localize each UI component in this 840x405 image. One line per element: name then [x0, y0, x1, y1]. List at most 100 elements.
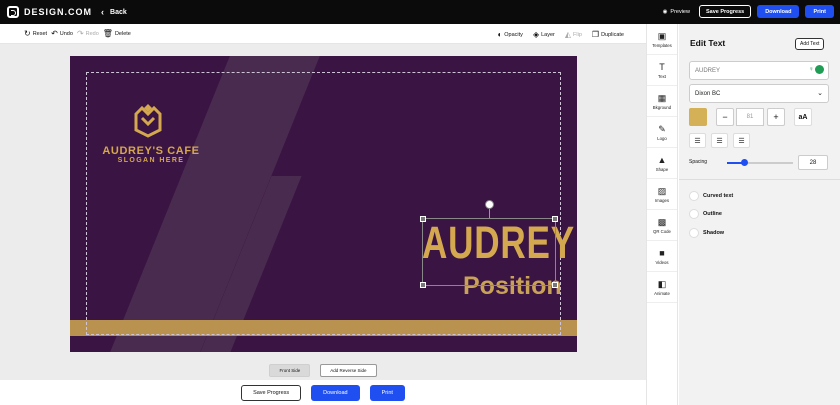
slogan-text[interactable]: SLOGAN HERE — [96, 157, 206, 164]
logo-icon: ✎ — [658, 123, 666, 134]
rail-item-text[interactable]: T Text — [647, 55, 677, 86]
rail-item-logo[interactable]: ✎ Logo — [647, 117, 677, 148]
rail-item-images[interactable]: ▨ Images — [647, 179, 677, 210]
rotate-handle-icon[interactable] — [485, 200, 494, 209]
curved-text-label: Curved text — [703, 193, 734, 199]
print-bottom-button[interactable]: Print — [369, 384, 405, 401]
edit-text-panel: Edit Text Add Text AUDREY ♀ Dixon BC ⌄ −… — [679, 24, 840, 405]
font-size-decrease-button[interactable]: − — [716, 108, 734, 126]
bottom-action-bar: Save Progress Download Print — [0, 380, 646, 405]
add-text-button[interactable]: Add Text — [795, 38, 825, 50]
selection-box[interactable] — [420, 200, 558, 288]
top-bar: DESIGN.COM ‹ Back ◉ Preview Save Progres… — [0, 0, 840, 24]
rail-item-bkground[interactable]: ▦ Bkground — [647, 86, 677, 117]
print-button[interactable]: Print — [805, 5, 834, 18]
animate-icon: ◧ — [657, 278, 667, 289]
text-value: AUDREY — [695, 67, 721, 74]
flip-label: Flip — [573, 31, 582, 38]
rail-item-templates[interactable]: ▣ Templates — [647, 24, 677, 55]
save-progress-button[interactable]: Save Progress — [698, 5, 752, 18]
background-icon: ▦ — [657, 92, 667, 103]
resize-handle[interactable] — [552, 282, 558, 288]
rail-item-label: Shape — [655, 166, 669, 172]
outline-label: Outline — [703, 211, 722, 217]
brand-logo[interactable]: DESIGN.COM — [7, 6, 92, 18]
duplicate-button[interactable]: ❐ Duplicate — [592, 30, 624, 39]
back-button[interactable]: ‹ Back — [101, 7, 127, 17]
shadow-toggle[interactable]: Shadow — [689, 228, 724, 238]
rail-item-label: Images — [654, 197, 670, 203]
rail-item-label: QR Code — [653, 228, 671, 234]
font-size-increase-button[interactable]: + — [767, 108, 785, 126]
resize-handle[interactable] — [552, 216, 558, 222]
rail-item-animate[interactable]: ◧ Animate — [647, 272, 677, 303]
ai-suggest-icon[interactable]: ♀ — [809, 66, 814, 73]
rail-item-label: Text — [658, 73, 666, 79]
flip-button[interactable]: ◭ Flip — [565, 30, 582, 39]
font-value: Dixon BC — [695, 90, 721, 97]
spacing-label: Spacing — [689, 159, 708, 165]
align-left-button[interactable]: ☰ — [689, 133, 706, 148]
shadow-checkbox[interactable] — [689, 228, 699, 238]
rail-item-videos[interactable]: ■ Videos — [647, 241, 677, 272]
rail-item-label: Bkground — [652, 104, 672, 110]
rail-item-label: Templates — [652, 42, 672, 48]
opacity-icon: ◐ — [497, 30, 503, 39]
resize-handle[interactable] — [420, 216, 426, 222]
curved-text-toggle[interactable]: Curved text — [689, 191, 733, 201]
templates-icon: ▣ — [657, 30, 667, 41]
spacing-slider[interactable] — [727, 159, 793, 166]
shape-icon: ▲ — [657, 154, 667, 165]
business-card[interactable]: AUDREY'S CAFE SLOGAN HERE AUDREY Positio… — [70, 56, 577, 352]
editor-toolbar: ↻ Reset ↶ Undo ↷ Redo 🗑 Delete ◐ Opacity ◈ Lay… — [0, 24, 646, 44]
save-progress-bottom-button[interactable]: Save Progress — [241, 384, 302, 401]
outline-checkbox[interactable] — [689, 209, 699, 219]
trash-icon: 🗑 — [102, 29, 113, 38]
download-button[interactable]: Download — [757, 5, 800, 18]
align-center-icon: ☰ — [716, 137, 723, 145]
tool-rail: ▣ Templates T Text ▦ Bkground ✎ Logo ▲ Shape ▨ Imag… — [646, 24, 678, 405]
panel-title: Edit Text — [690, 38, 726, 48]
panel-divider — [679, 179, 840, 180]
curved-text-checkbox[interactable] — [689, 191, 699, 201]
align-left-icon: ☰ — [694, 137, 701, 145]
align-right-button[interactable]: ☰ — [733, 133, 750, 148]
undo-button[interactable]: ↶ Undo — [51, 29, 73, 38]
text-icon: T — [659, 61, 665, 72]
undo-label: Undo — [59, 30, 73, 37]
rail-item-shape[interactable]: ▲ Shape — [647, 148, 677, 179]
brand-name-text[interactable]: AUDREY'S CAFE — [96, 145, 206, 157]
align-center-button[interactable]: ☰ — [711, 133, 728, 148]
spacing-value-input[interactable]: 28 — [798, 155, 828, 170]
rail-item-label: Logo — [657, 135, 667, 141]
shadow-label: Shadow — [703, 230, 725, 236]
text-case-button[interactable]: aA — [794, 108, 812, 126]
delete-button[interactable]: 🗑 Delete — [103, 29, 131, 38]
font-size-value[interactable]: 81 — [736, 108, 764, 126]
outline-toggle[interactable]: Outline — [689, 209, 722, 219]
delete-label: Delete — [114, 30, 131, 37]
spacing-slider-knob[interactable] — [741, 159, 749, 166]
front-side-tab[interactable]: Front Side — [269, 364, 311, 377]
preview-button[interactable]: ◉ Preview — [663, 9, 690, 15]
layers-icon: ◈ — [532, 30, 540, 39]
font-color-swatch[interactable] — [689, 108, 707, 126]
video-icon: ■ — [659, 247, 665, 258]
text-value-input[interactable]: AUDREY ♀ — [689, 61, 829, 80]
duplicate-icon: ❐ — [591, 30, 600, 39]
brand-name: DESIGN.COM — [24, 7, 93, 17]
add-reverse-side-button[interactable]: Add Reverse Side — [320, 364, 377, 377]
redo-button[interactable]: ↷ Redo — [77, 29, 99, 38]
cafe-logo-icon[interactable] — [128, 100, 168, 140]
resize-handle[interactable] — [420, 282, 426, 288]
grammar-check-icon[interactable] — [815, 65, 824, 74]
duplicate-label: Duplicate — [601, 31, 624, 38]
download-bottom-button[interactable]: Download — [311, 384, 360, 401]
opacity-button[interactable]: ◐ Opacity — [497, 30, 523, 39]
reset-label: Reset — [32, 30, 48, 37]
reset-button[interactable]: ↻ Reset — [24, 29, 47, 38]
reset-icon: ↻ — [24, 29, 31, 38]
rail-item-qr-code[interactable]: ▩ QR Code — [647, 210, 677, 241]
font-select[interactable]: Dixon BC ⌄ — [689, 84, 829, 103]
layer-button[interactable]: ◈ Layer — [533, 30, 555, 39]
